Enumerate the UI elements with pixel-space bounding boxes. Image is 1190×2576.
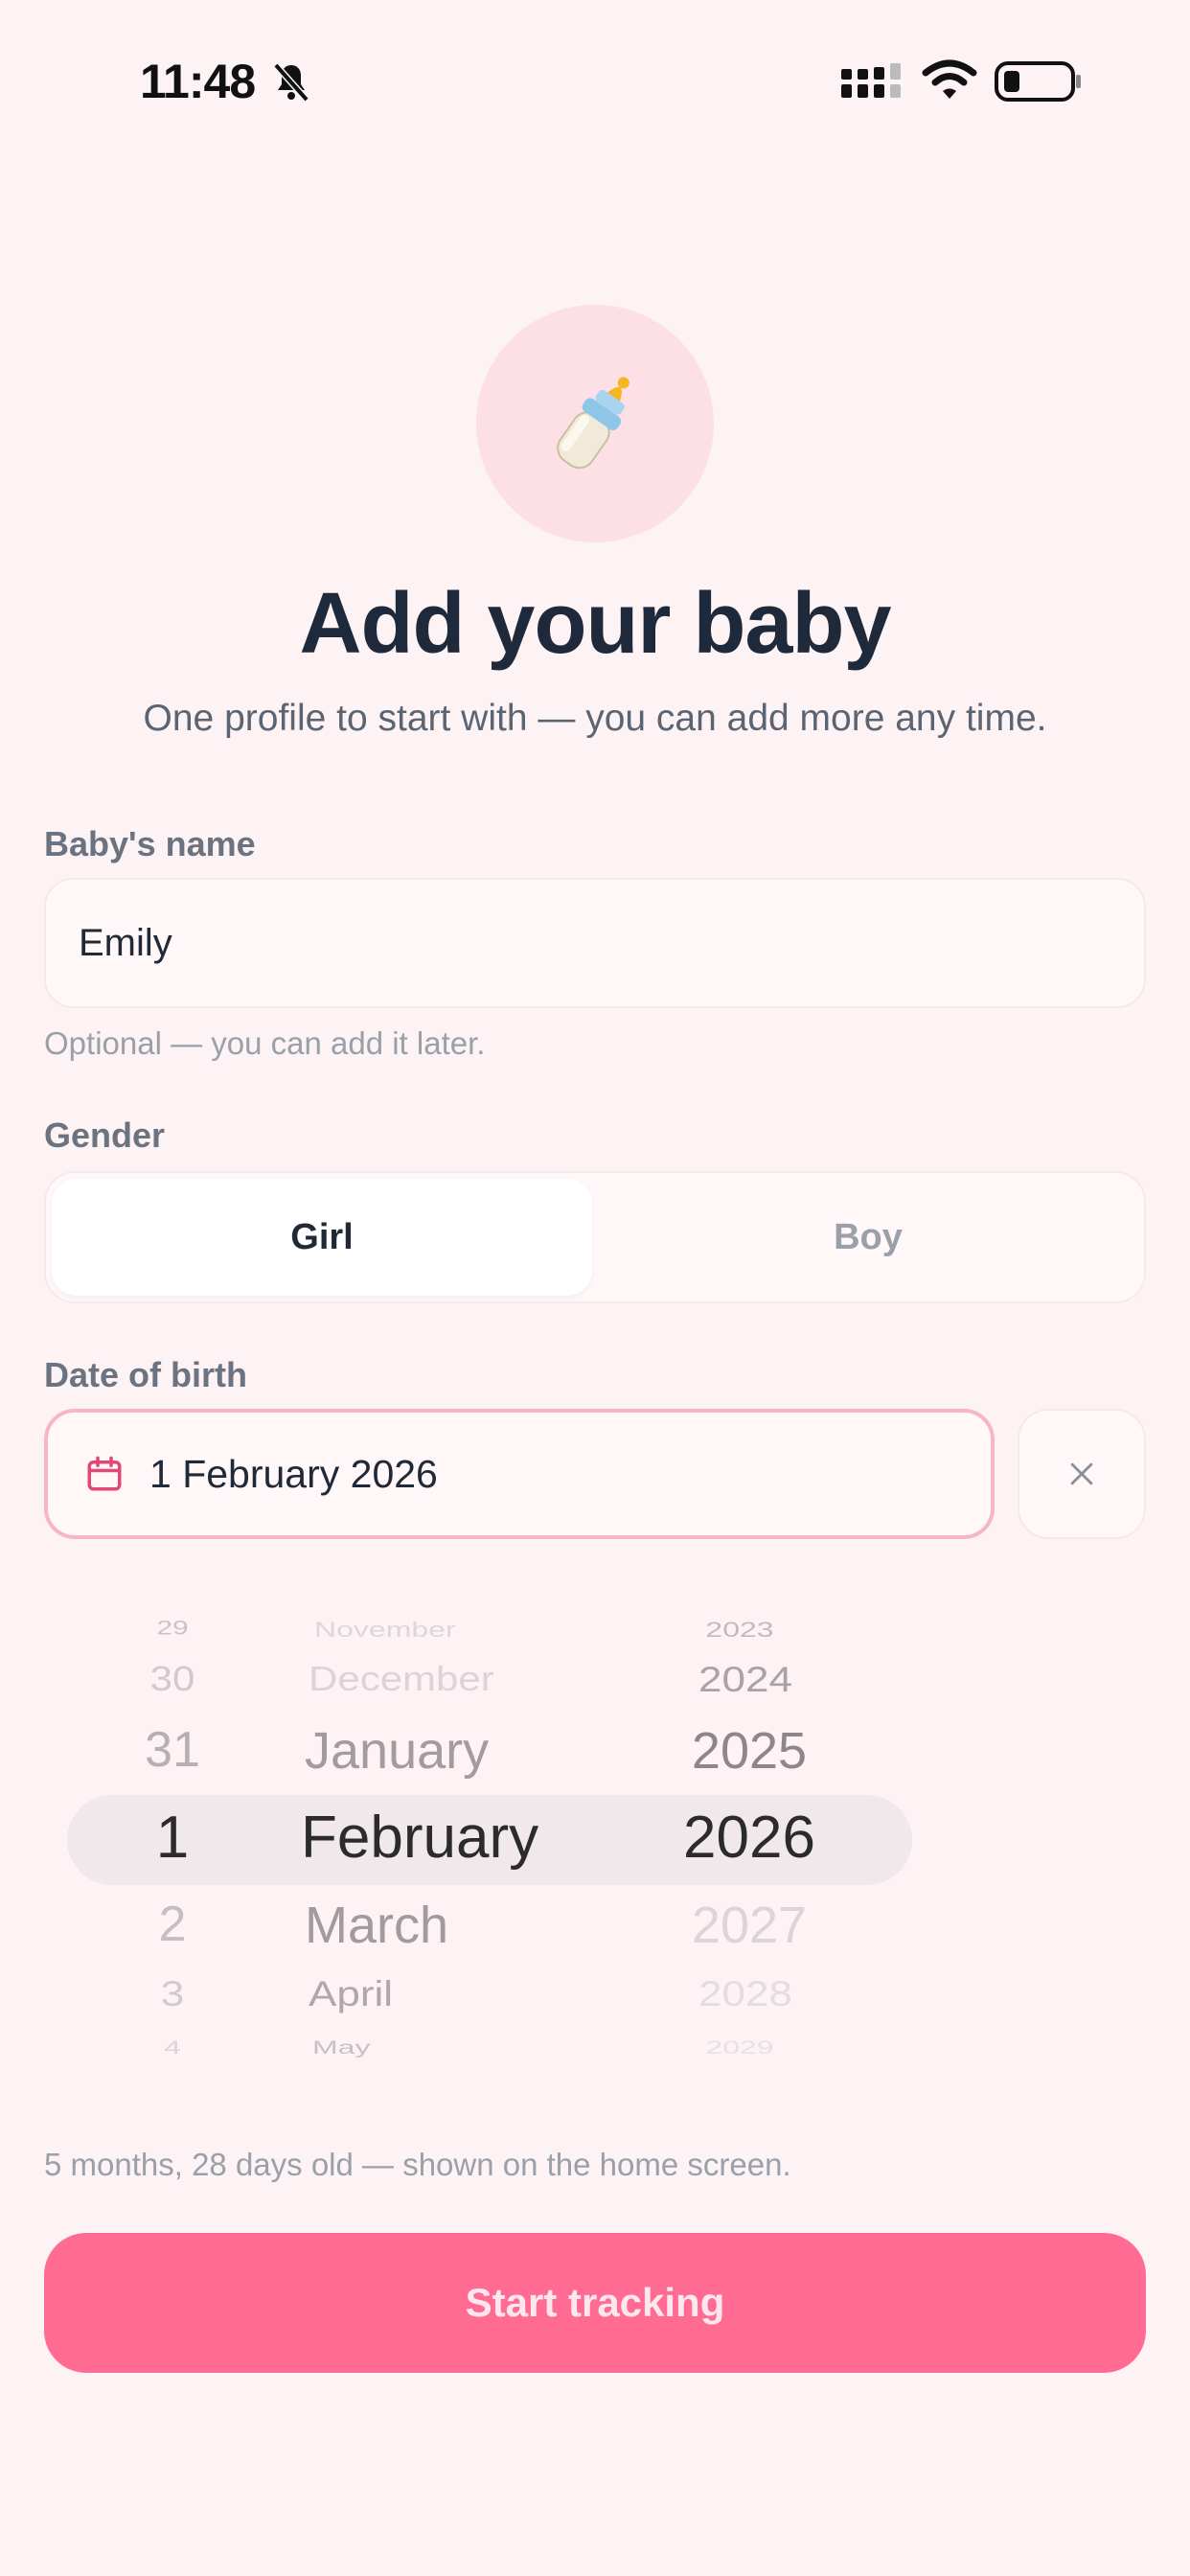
picker-month: November (314, 1617, 456, 1642)
picker-year: 2024 (698, 1659, 792, 1700)
gender-option-boy[interactable]: Boy (598, 1179, 1138, 1296)
page-subtitle: One profile to start with — you can add … (143, 698, 1047, 739)
date-of-birth-value: 1 February 2026 (149, 1451, 438, 1496)
picker-row[interactable]: 31 January 2025 (0, 1721, 1190, 1798)
date-of-birth-field[interactable]: 1 February 2026 (44, 1409, 995, 1539)
cellular-signal-icon (841, 63, 901, 98)
picker-year-selected: 2026 (683, 1805, 815, 1871)
gender-label: Gender (44, 1116, 166, 1155)
picker-day: 29 (156, 1617, 189, 1640)
picker-year: 2023 (705, 1617, 774, 1642)
picker-day: 4 (164, 2036, 181, 2058)
name-hint: Optional — you can add it later. (44, 1025, 486, 1061)
picker-year: 2025 (691, 1722, 808, 1780)
clear-date-button[interactable] (1018, 1409, 1146, 1539)
picker-month: May (312, 2036, 371, 2058)
picker-row-selected[interactable]: 1 February 2026 (0, 1804, 1190, 1880)
battery-icon (995, 61, 1081, 102)
baby-name-input[interactable] (44, 878, 1146, 1008)
picker-month: April (309, 1973, 394, 2014)
gender-segmented-control: Girl Boy (44, 1171, 1146, 1303)
picker-day: 2 (158, 1897, 187, 1952)
picker-day: 31 (145, 1722, 200, 1778)
avatar (476, 305, 714, 542)
baby-bottle-icon (557, 377, 629, 470)
bell-muted-icon (273, 62, 309, 103)
status-time: 11:48 (140, 55, 256, 108)
wifi-icon (922, 59, 977, 99)
picker-month-selected: February (301, 1805, 539, 1871)
gender-option-girl[interactable]: Girl (52, 1179, 592, 1296)
picker-month: January (305, 1722, 490, 1780)
name-label: Baby's name (44, 824, 256, 863)
picker-day: 3 (160, 1973, 185, 2014)
picker-month: March (305, 1897, 449, 1954)
picker-day: 30 (149, 1659, 195, 1698)
start-tracking-button[interactable]: Start tracking (44, 2233, 1146, 2373)
status-bar: 11:48 (0, 0, 1190, 163)
picker-row[interactable]: 4 May 2029 (0, 2030, 1190, 2089)
date-wheel-picker[interactable]: 29 November 2023 30 December 2024 31 Jan… (0, 1591, 1190, 2089)
dob-label: Date of birth (44, 1355, 247, 1394)
picker-row[interactable]: 2 March 2027 (0, 1896, 1190, 1972)
calendar-icon (87, 1456, 122, 1491)
close-icon (1070, 1462, 1093, 1485)
page-title: Add your baby (299, 576, 891, 672)
picker-year: 2027 (691, 1897, 808, 1954)
picker-year: 2028 (698, 1973, 792, 2014)
age-summary: 5 months, 28 days old — shown on the hom… (44, 2147, 791, 2182)
picker-month: December (309, 1659, 494, 1698)
picker-year: 2029 (705, 2036, 774, 2058)
picker-day-selected: 1 (155, 1805, 190, 1871)
